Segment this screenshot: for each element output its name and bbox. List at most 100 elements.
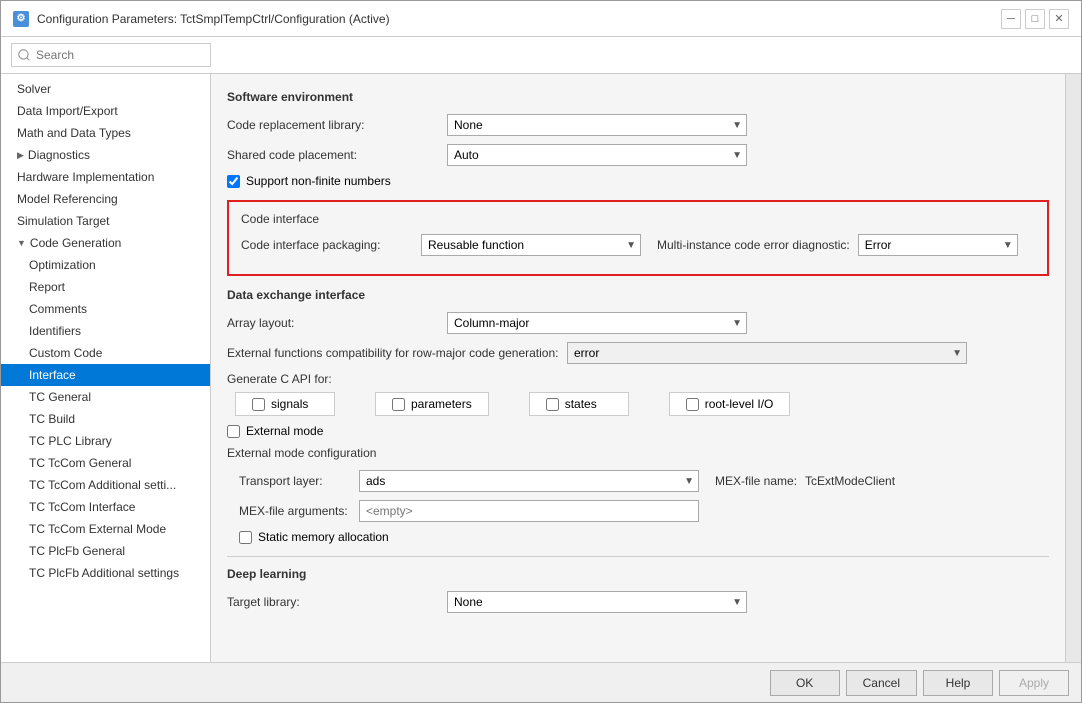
app-icon: ⚙ <box>13 11 29 27</box>
sidebar-item-label: Hardware Implementation <box>17 170 154 184</box>
array-layout-dropdown[interactable]: Column-major ▼ <box>447 312 747 334</box>
code-replacement-dropdown[interactable]: None ▼ <box>447 114 747 136</box>
sidebar-item-label: Identifiers <box>29 324 81 338</box>
sidebar-item-label: Data Import/Export <box>17 104 118 118</box>
sidebar-item-hardware-implementation[interactable]: Hardware Implementation <box>1 166 210 188</box>
mex-file-arguments-input[interactable] <box>359 500 699 522</box>
sidebar-item-tc-build[interactable]: TC Build <box>1 408 210 430</box>
sidebar-item-optimization[interactable]: Optimization <box>1 254 210 276</box>
sidebar-item-tc-general[interactable]: TC General <box>1 386 210 408</box>
cancel-button[interactable]: Cancel <box>846 670 917 696</box>
sidebar-item-label: TC Build <box>29 412 75 426</box>
sidebar-item-label: TC TcCom External Mode <box>29 522 166 536</box>
target-library-dropdown[interactable]: None ▼ <box>447 591 747 613</box>
shared-code-row: Shared code placement: Auto ▼ <box>227 144 1049 166</box>
dropdown-arrow-icon: ▼ <box>952 348 962 359</box>
code-replacement-value: None <box>454 118 728 132</box>
bottom-bar: OK Cancel Help Apply <box>1 662 1081 702</box>
sidebar-item-code-generation[interactable]: ▼ Code Generation <box>1 232 210 254</box>
apply-button[interactable]: Apply <box>999 670 1069 696</box>
help-button[interactable]: Help <box>923 670 993 696</box>
minimize-button[interactable]: ─ <box>1001 9 1021 29</box>
signals-checkbox[interactable] <box>252 398 265 411</box>
code-replacement-label: Code replacement library: <box>227 118 447 132</box>
parameters-checkbox[interactable] <box>392 398 405 411</box>
sidebar-item-tc-tccom-interface[interactable]: TC TcCom Interface <box>1 496 210 518</box>
target-library-row: Target library: None ▼ <box>227 591 1049 613</box>
generate-c-api-label: Generate C API for: <box>227 372 1049 386</box>
deep-learning-divider <box>227 556 1049 557</box>
external-mode-config-title: External mode configuration <box>227 446 1049 460</box>
close-button[interactable]: ✕ <box>1049 9 1069 29</box>
sidebar-item-solver[interactable]: Solver <box>1 78 210 100</box>
transport-layer-row: Transport layer: ads ▼ MEX-file name: Tc… <box>239 470 1049 492</box>
external-mode-checkbox[interactable] <box>227 425 240 438</box>
external-functions-value: error <box>574 346 948 360</box>
dropdown-arrow-icon: ▼ <box>684 476 694 487</box>
sidebar-item-tc-plcfb-additional[interactable]: TC PlcFb Additional settings <box>1 562 210 584</box>
states-checkbox[interactable] <box>546 398 559 411</box>
external-mode-label: External mode <box>246 424 323 438</box>
sidebar-item-label: Model Referencing <box>17 192 118 206</box>
mex-file-name-value: TcExtModeClient <box>805 474 895 488</box>
static-memory-checkbox[interactable] <box>239 531 252 544</box>
shared-code-label: Shared code placement: <box>227 148 447 162</box>
search-bar <box>1 37 1081 74</box>
sidebar-item-report[interactable]: Report <box>1 276 210 298</box>
sidebar-item-tc-tccom-external-mode[interactable]: TC TcCom External Mode <box>1 518 210 540</box>
window-controls: ─ □ ✕ <box>1001 9 1069 29</box>
sidebar-item-model-referencing[interactable]: Model Referencing <box>1 188 210 210</box>
sidebar-item-tc-tccom-additional[interactable]: TC TcCom Additional setti... <box>1 474 210 496</box>
sidebar-item-tc-plcfb-general[interactable]: TC PlcFb General <box>1 540 210 562</box>
data-exchange-title: Data exchange interface <box>227 288 1049 302</box>
external-functions-dropdown[interactable]: error ▼ <box>567 342 967 364</box>
sidebar-item-identifiers[interactable]: Identifiers <box>1 320 210 342</box>
sidebar-item-tc-tccom-general[interactable]: TC TcCom General <box>1 452 210 474</box>
sidebar-item-comments[interactable]: Comments <box>1 298 210 320</box>
sidebar-item-diagnostics[interactable]: ▶ Diagnostics <box>1 144 210 166</box>
sidebar-item-label: Diagnostics <box>28 148 90 162</box>
dropdown-arrow-icon: ▼ <box>732 318 742 329</box>
sidebar-item-label: Report <box>29 280 65 294</box>
dropdown-arrow-icon: ▼ <box>732 120 742 131</box>
external-mode-config-indent: Transport layer: ads ▼ MEX-file name: Tc… <box>227 470 1049 544</box>
sidebar-item-custom-code[interactable]: Custom Code <box>1 342 210 364</box>
sidebar-item-math-data-types[interactable]: Math and Data Types <box>1 122 210 144</box>
support-non-finite-checkbox[interactable] <box>227 175 240 188</box>
sidebar-item-label: TC PLC Library <box>29 434 112 448</box>
sidebar-item-label: Custom Code <box>29 346 102 360</box>
sidebar-item-label: Solver <box>17 82 51 96</box>
code-interface-section: Code interface Code interface packaging:… <box>227 200 1049 276</box>
scrollbar[interactable] <box>1065 74 1081 662</box>
maximize-button[interactable]: □ <box>1025 9 1045 29</box>
external-mode-row: External mode <box>227 424 1049 438</box>
array-layout-label: Array layout: <box>227 316 447 330</box>
multi-instance-dropdown[interactable]: Error ▼ <box>858 234 1018 256</box>
sidebar-item-label: TC PlcFb General <box>29 544 125 558</box>
root-level-io-label: root-level I/O <box>705 397 774 411</box>
sidebar-item-label: TC General <box>29 390 91 404</box>
search-input[interactable] <box>11 43 211 67</box>
transport-layer-dropdown[interactable]: ads ▼ <box>359 470 699 492</box>
sidebar-item-label: Simulation Target <box>17 214 110 228</box>
sidebar-item-data-import-export[interactable]: Data Import/Export <box>1 100 210 122</box>
ok-button[interactable]: OK <box>770 670 840 696</box>
signals-label: signals <box>271 397 308 411</box>
root-level-io-checkbox[interactable] <box>686 398 699 411</box>
code-replacement-row: Code replacement library: None ▼ <box>227 114 1049 136</box>
sidebar-item-tc-plc-library[interactable]: TC PLC Library <box>1 430 210 452</box>
code-interface-packaging-dropdown[interactable]: Reusable function ▼ <box>421 234 641 256</box>
transport-layer-label: Transport layer: <box>239 474 359 488</box>
mex-file-arguments-row: MEX-file arguments: <box>239 500 1049 522</box>
sidebar-item-interface[interactable]: Interface <box>1 364 210 386</box>
software-environment-title: Software environment <box>227 90 1049 104</box>
shared-code-dropdown[interactable]: Auto ▼ <box>447 144 747 166</box>
multi-instance-label: Multi-instance code error diagnostic: <box>657 238 850 252</box>
support-non-finite-label: Support non-finite numbers <box>246 174 391 188</box>
dropdown-arrow-icon: ▼ <box>732 597 742 608</box>
code-interface-packaging-value: Reusable function <box>428 238 622 252</box>
sidebar-item-simulation-target[interactable]: Simulation Target <box>1 210 210 232</box>
dropdown-arrow-icon: ▼ <box>1003 240 1013 251</box>
external-functions-row: External functions compatibility for row… <box>227 342 1049 364</box>
sidebar-item-label: TC TcCom Additional setti... <box>29 478 176 492</box>
